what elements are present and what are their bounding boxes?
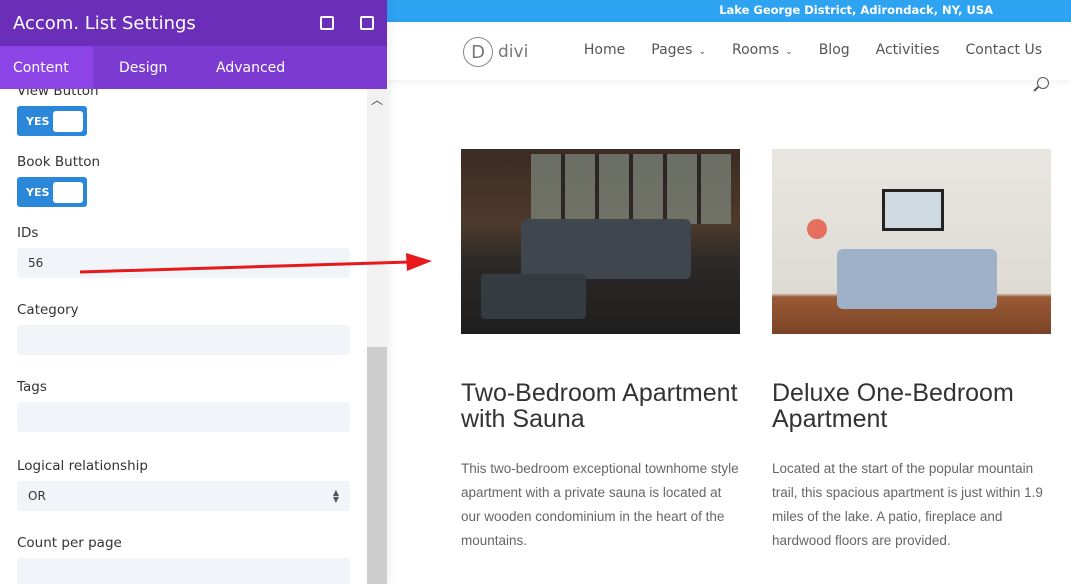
arrow-line <box>79 260 411 274</box>
arrow-head <box>406 253 432 271</box>
red-arrow-annotation <box>79 253 432 274</box>
